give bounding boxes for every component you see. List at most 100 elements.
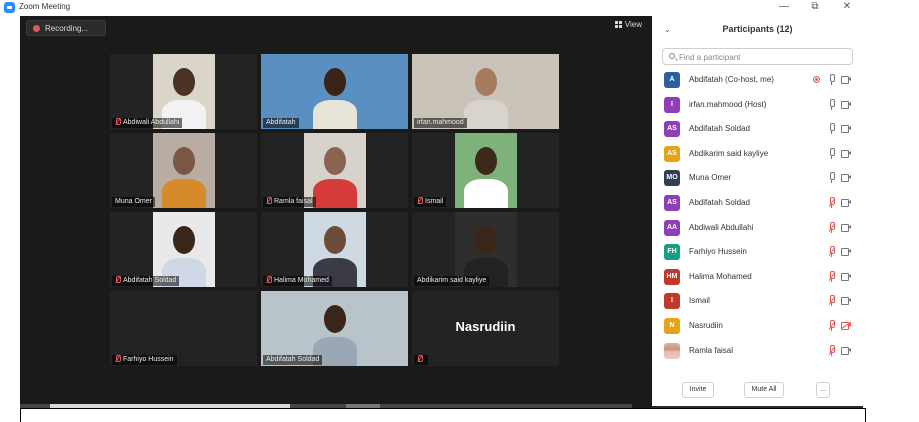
tile-name-text: Abdifatah [266, 119, 296, 126]
participant-row[interactable]: AA Abdiwali Abdullahi [652, 216, 863, 241]
person-head [323, 226, 346, 254]
recording-indicator[interactable]: Recording... [26, 20, 106, 36]
tile-name-text: Muna Omer [115, 198, 152, 205]
video-tile[interactable]: Ramla faisal [261, 133, 408, 208]
participant-row[interactable]: AS Abdifatah Soldad [652, 117, 863, 142]
video-camera-icon[interactable] [841, 297, 851, 306]
participant-row[interactable]: A Abdifatah (Co-host, me) [652, 68, 863, 93]
participant-row[interactable]: N Nasrudiin [652, 314, 863, 339]
gallery-view: Recording... View Abdiwali Abdullahi Abdi… [20, 16, 652, 408]
video-tile[interactable]: Nasrudiin [412, 291, 559, 366]
participant-row[interactable]: Iirfan.mahmood (Host) [652, 93, 863, 118]
invite-button[interactable]: Invite [682, 382, 714, 398]
tile-name-label: Abdiwali Abdullahi [112, 118, 183, 128]
video-tile[interactable]: Abdiwali Abdullahi [110, 54, 257, 129]
participant-row[interactable]: AS Abdikarim said kayliye [652, 142, 863, 167]
person-torso [312, 179, 357, 208]
video-tile[interactable]: Muna Omer [110, 133, 257, 208]
video-camera-icon[interactable] [841, 174, 851, 183]
search-input[interactable] [679, 51, 849, 63]
tile-name-label: Abdifatah Soldad [263, 355, 323, 365]
video-camera-icon[interactable] [841, 248, 851, 257]
participant-name: Abdifatah Soldad [689, 124, 750, 134]
minimize-button[interactable]: — [775, 1, 793, 12]
mic-muted-icon[interactable] [828, 295, 836, 307]
participant-avatar: AS [664, 121, 680, 138]
video-tile[interactable]: Abdifatah Soldad [261, 291, 408, 366]
view-button[interactable]: View [614, 20, 642, 29]
mic-icon[interactable] [828, 98, 835, 110]
video-camera-icon[interactable] [841, 76, 851, 84]
video-tile[interactable]: Abdifatah Soldad [110, 212, 257, 287]
video-camera-icon[interactable] [841, 100, 851, 109]
participant-avatar: A [664, 72, 680, 88]
tile-name-label: Abdifatah Soldad [112, 276, 180, 286]
video-tile[interactable]: Halima Mohamed [261, 212, 408, 287]
video-tile[interactable]: irfan.mahmood [412, 54, 559, 129]
participant-row[interactable]: FH Farhiyo Hussein [652, 240, 863, 265]
mute-all-button[interactable]: Mute All [744, 382, 784, 398]
participants-panel: ⌄ Participants (12) AAbdifatah (Co-host,… [652, 16, 863, 406]
camera-feed [152, 133, 215, 208]
participant-avatar: N [664, 317, 680, 334]
person-head [474, 226, 497, 254]
mic-muted-icon[interactable] [828, 221, 836, 233]
mic-muted-icon[interactable] [828, 196, 836, 208]
video-camera-icon[interactable] [841, 198, 851, 207]
restore-button[interactable]: ⧉ [806, 1, 824, 12]
participant-row[interactable]: I Ismail [652, 289, 863, 314]
mic-muted-icon [115, 118, 121, 125]
participant-name: Abdifatah (Co-host, me) [689, 75, 774, 84]
participant-name: Ismail [689, 296, 710, 306]
video-tile[interactable]: Farhiyo Hussein [110, 291, 257, 366]
mic-slash [828, 222, 836, 232]
participant-name: Abdifatah Soldad [689, 197, 750, 207]
person-torso [161, 179, 206, 208]
tile-name-text: Abdiwali Abdullahi [123, 119, 180, 126]
mic-icon[interactable] [828, 123, 835, 135]
tile-name-text: Abdifatah Soldad [123, 277, 177, 284]
mic-muted-icon[interactable] [828, 319, 836, 331]
tile-name-text: Halima Mohamed [274, 277, 329, 284]
video-tile[interactable]: Abdikarim said kayliye [412, 212, 559, 287]
participant-avatar: I [664, 293, 680, 310]
participant-avatar: FH [664, 244, 680, 261]
recording-label: Recording... [45, 24, 89, 33]
video-off-icon[interactable] [840, 321, 852, 330]
participant-row[interactable]: AS Abdifatah Soldad [652, 191, 863, 216]
participant-row[interactable]: MO Muna Omer [652, 166, 863, 191]
participant-row[interactable]: HM Halima Mohamed [652, 265, 863, 290]
tile-name-label: irfan.mahmood [414, 118, 467, 128]
participant-avatar: AA [664, 219, 680, 236]
mic-muted-icon[interactable] [828, 246, 836, 258]
participants-footer: Invite Mute All ... [652, 382, 863, 400]
video-tile[interactable]: Ismail [412, 133, 559, 208]
video-tile[interactable]: Abdifatah [261, 54, 408, 129]
participant-row[interactable]: Ramla faisal [652, 339, 863, 364]
tile-name-text: irfan.mahmood [417, 119, 464, 126]
video-camera-icon[interactable] [841, 149, 851, 158]
view-label: View [624, 20, 642, 29]
video-camera-icon[interactable] [841, 125, 851, 134]
participant-search[interactable] [662, 48, 853, 65]
close-button[interactable]: ✕ [838, 1, 856, 12]
video-camera-icon[interactable] [841, 272, 851, 281]
video-camera-icon[interactable] [841, 346, 851, 355]
mic-icon[interactable] [828, 147, 835, 159]
video-camera-icon[interactable] [841, 223, 851, 232]
tile-name-text: Ramla faisal [274, 198, 313, 205]
more-options-button[interactable]: ... [816, 382, 830, 398]
search-icon [669, 53, 675, 59]
participant-list: A Abdifatah (Co-host, me) Iirfan.mahmood (… [652, 68, 863, 363]
mic-icon[interactable] [828, 172, 835, 184]
participant-name: Abdiwali Abdullahi [689, 222, 754, 232]
tile-name-text: Abdikarim said kayliye [417, 277, 487, 284]
mic-muted-icon[interactable] [828, 270, 836, 282]
tile-name-label: Abdifatah [263, 118, 299, 128]
mic-icon[interactable] [828, 74, 835, 85]
camera-feed [454, 133, 517, 208]
participant-name: irfan.mahmood (Host) [689, 99, 767, 109]
tile-name-label [414, 355, 428, 365]
mic-muted-icon [266, 276, 272, 283]
mic-muted-icon[interactable] [828, 344, 836, 356]
